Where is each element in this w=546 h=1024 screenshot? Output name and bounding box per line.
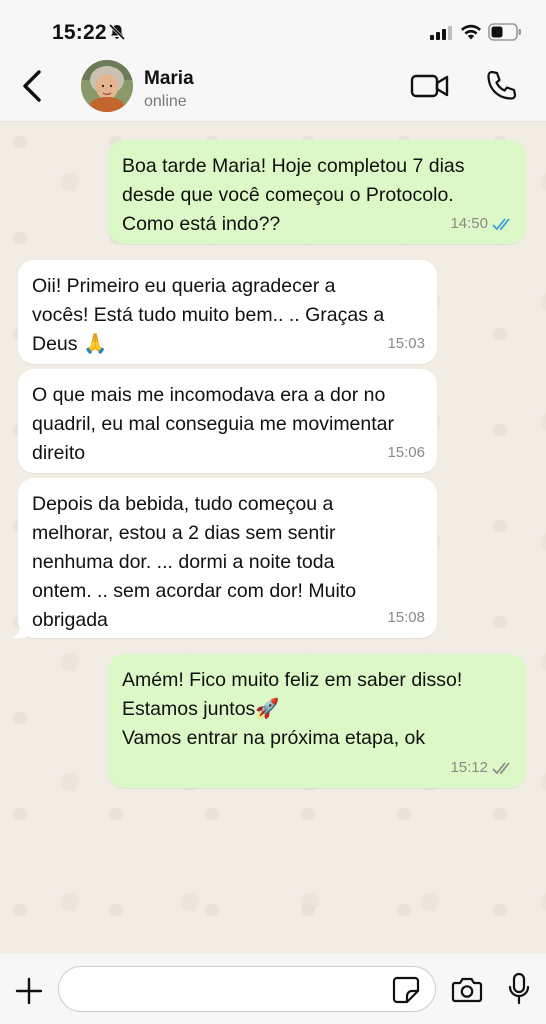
status-time: 15:22 [52, 21, 107, 44]
phone-icon[interactable] [484, 69, 518, 103]
double-check-delivered-icon [492, 761, 510, 774]
message-bubble-incoming[interactable]: Depois da bebida, tudo começou a melhora… [12, 478, 437, 638]
double-check-read-icon [492, 217, 510, 230]
composer-bar [0, 954, 546, 1024]
microphone-icon[interactable] [507, 972, 531, 1006]
chat-area[interactable]: Boa tarde Maria! Hoje completou 7 dias d… [0, 122, 546, 954]
message-time: 15:12 [450, 759, 488, 776]
sticker-icon[interactable] [392, 976, 420, 1004]
signal-icon [430, 26, 452, 40]
message-bubble-outgoing[interactable]: Amém! Fico muito feliz em saber disso! E… [108, 654, 526, 788]
plus-icon[interactable] [14, 976, 44, 1006]
battery-icon [488, 23, 521, 41]
message-time: 15:06 [387, 444, 425, 461]
message-text: Oii! Primeiro eu queria agradecer a você… [32, 275, 385, 355]
bell-slash-icon [108, 23, 126, 41]
wifi-icon [461, 24, 481, 40]
contact-name[interactable]: Maria [144, 68, 194, 90]
message-meta: 15:12 [450, 753, 514, 782]
contact-status: online [144, 93, 187, 110]
message-text: Amém! Fico muito feliz em saber disso! E… [122, 669, 463, 749]
back-chevron-icon[interactable] [18, 68, 48, 104]
message-time: 15:03 [387, 335, 425, 352]
message-bubble-incoming[interactable]: Oii! Primeiro eu queria agradecer a você… [18, 260, 437, 364]
chat-header: Maria online [0, 60, 546, 122]
message-bubble-incoming[interactable]: O que mais me incomodava era a dor no qu… [18, 369, 437, 473]
message-meta: 15:08 [387, 603, 425, 632]
message-input[interactable] [58, 966, 436, 1012]
message-meta: 14:50 [450, 209, 514, 238]
avatar[interactable] [81, 60, 133, 112]
message-meta: 15:06 [387, 438, 425, 467]
message-text: Depois da bebida, tudo começou a melhora… [32, 493, 357, 631]
message-time: 15:08 [387, 609, 425, 626]
camera-icon[interactable] [451, 976, 483, 1004]
message-text: O que mais me incomodava era a dor no qu… [32, 384, 395, 464]
status-bar: 15:22 [0, 0, 546, 60]
bubble-tail [12, 624, 26, 638]
message-meta: 15:03 [387, 329, 425, 358]
video-camera-icon[interactable] [410, 72, 450, 100]
message-time: 14:50 [450, 215, 488, 232]
message-bubble-outgoing[interactable]: Boa tarde Maria! Hoje completou 7 dias d… [108, 140, 526, 244]
